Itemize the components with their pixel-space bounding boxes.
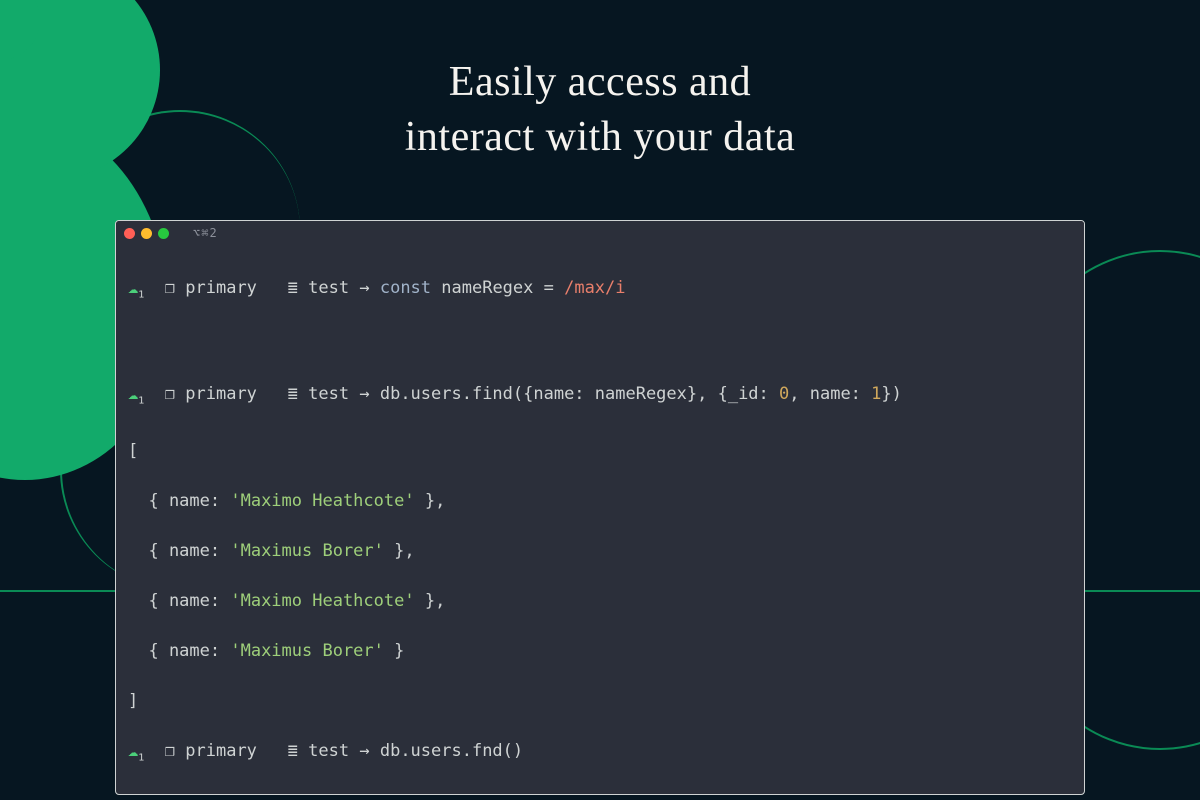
cmd2-mid: , name: [789,384,871,404]
traffic-minimize-icon[interactable] [141,228,152,239]
term-line-2: ☁1 ❐ primary ≣ test → db.users.find({nam… [128,382,1072,413]
headline-line-2: interact with your data [405,114,796,160]
result-row-4: { name: 'Maximus Borer' } [128,639,1072,664]
cmd1-regex: /max/i [564,278,625,298]
r1-string: 'Maximo Heathcote' [230,491,414,511]
prompt-index: 1 [138,396,144,407]
r1-pre: { name: [128,491,230,511]
cloud-icon: ☁ [128,384,138,404]
result-row-2: { name: 'Maximus Borer' }, [128,539,1072,564]
terminal-titlebar: ⌥⌘2 [116,221,1084,245]
traffic-zoom-icon[interactable] [158,228,169,239]
r2-pre: { name: [128,541,230,561]
r4-string: 'Maximus Borer' [230,641,384,661]
r2-string: 'Maximus Borer' [230,541,384,561]
r3-pre: { name: [128,591,230,611]
prompt-node: primary [185,278,257,298]
prompt-index: 1 [138,752,144,763]
database-icon: ≣ [288,278,298,298]
headline-line-1: Easily access and [449,59,751,105]
database-icon: ≣ [288,384,298,404]
cmd2-end: }) [881,384,901,404]
term-line-1: ☁1 ❐ primary ≣ test → const nameRegex = … [128,276,1072,307]
prompt-arrow: → [359,384,369,404]
cloud-icon: ☁ [128,278,138,298]
prompt-node: primary [185,741,257,761]
term-line-3: ☁1 ❐ primary ≣ test → db.users.fnd() [128,739,1072,770]
terminal-body[interactable]: ☁1 ❐ primary ≣ test → const nameRegex = … [116,245,1084,795]
r1-post: }, [415,491,446,511]
result-row-1: { name: 'Maximo Heathcote' }, [128,489,1072,514]
result-close: ] [128,689,1072,714]
cmd2-n1: 1 [871,384,881,404]
cmd2: db.users.find({name: nameRegex}, {_id: [380,384,779,404]
prompt-db: test [308,278,349,298]
r3-post: }, [415,591,446,611]
terminal-window[interactable]: ⌥⌘2 ☁1 ❐ primary ≣ test → const nameRege… [115,220,1085,795]
cmd2-n0: 0 [779,384,789,404]
stack-icon: ❐ [165,741,175,761]
stack-icon: ❐ [165,384,175,404]
prompt-index: 1 [138,289,144,300]
r4-pre: { name: [128,641,230,661]
result-open: [ [128,439,1072,464]
result-row-3: { name: 'Maximo Heathcote' }, [128,589,1072,614]
hero-headline: Easily access and interact with your dat… [0,55,1200,164]
blank-line-1 [128,332,1072,357]
database-icon: ≣ [288,741,298,761]
stack-icon: ❐ [165,278,175,298]
cmd1-rest: nameRegex = [431,278,564,298]
kw-const: const [380,278,431,298]
terminal-tab-label: ⌥⌘2 [193,221,218,246]
traffic-close-icon[interactable] [124,228,135,239]
prompt-db: test [308,384,349,404]
cmd3: db.users.fnd() [380,741,523,761]
prompt-arrow: → [359,741,369,761]
prompt-node: primary [185,384,257,404]
r3-string: 'Maximo Heathcote' [230,591,414,611]
prompt-arrow: → [359,278,369,298]
prompt-db: test [308,741,349,761]
r4-post: } [384,641,404,661]
cloud-icon: ☁ [128,741,138,761]
r2-post: }, [384,541,415,561]
